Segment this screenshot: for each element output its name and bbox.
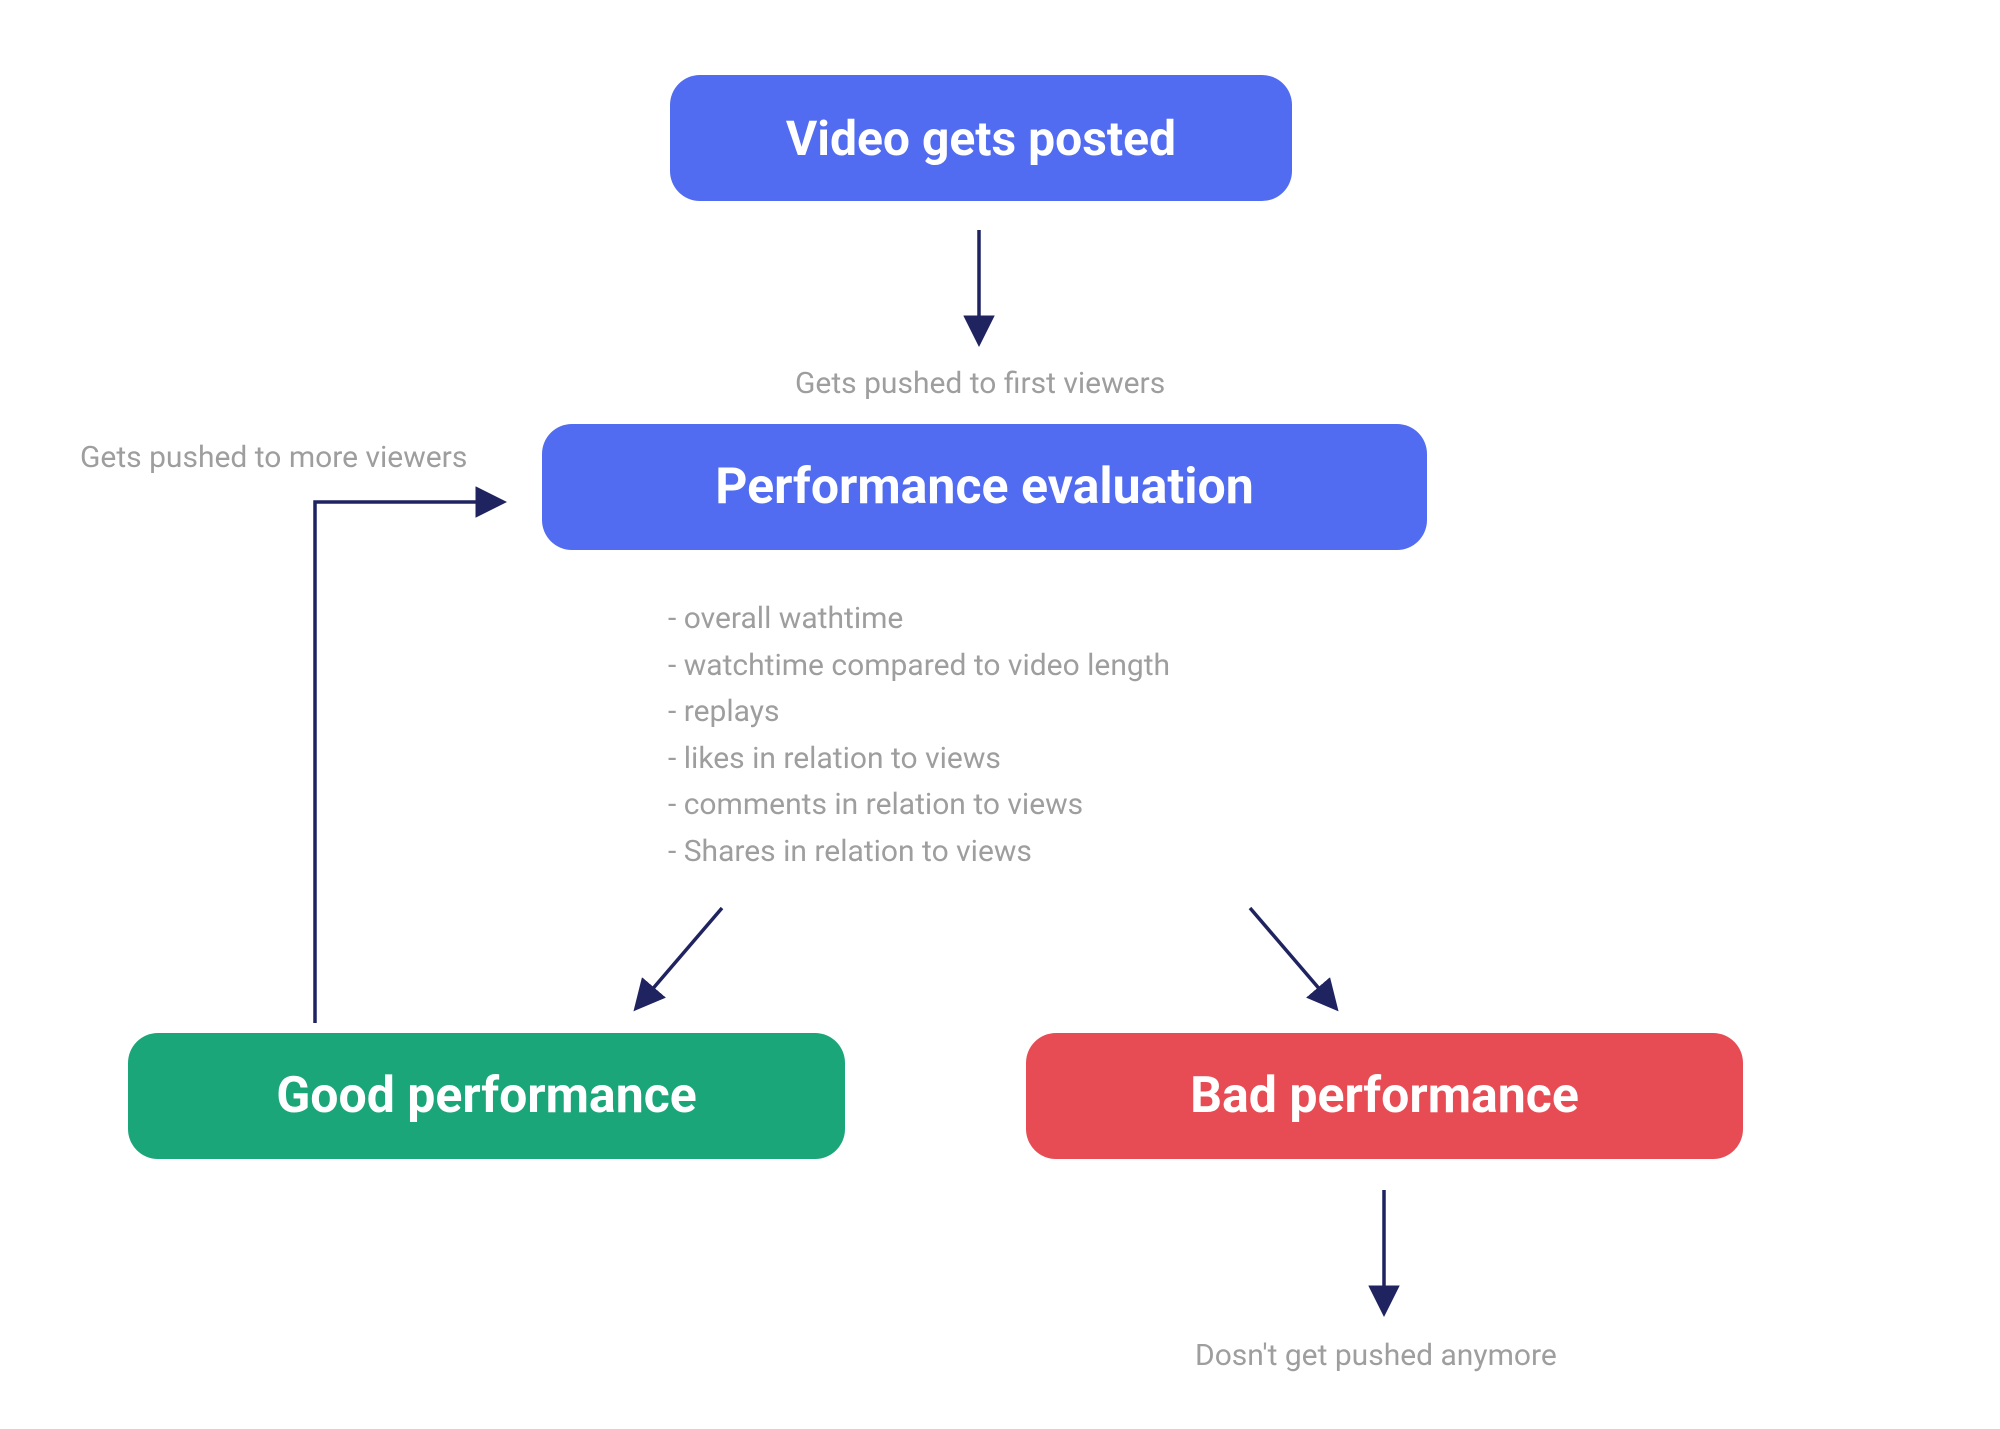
node-performance-evaluation-label: Performance evaluation [715, 458, 1253, 516]
criteria-item: - watchtime compared to video length [668, 643, 1170, 690]
criteria-item: - comments in relation to views [668, 782, 1170, 829]
arrow-eval-to-good [638, 908, 722, 1006]
label-not-pushed: Dosn't get pushed anymore [1195, 1338, 1557, 1373]
node-video-posted: Video gets posted [670, 75, 1292, 201]
criteria-item: - Shares in relation to views [668, 829, 1170, 876]
node-good-performance-label: Good performance [276, 1067, 697, 1125]
criteria-item: - replays [668, 689, 1170, 736]
label-first-viewers: Gets pushed to first viewers [795, 366, 1165, 401]
node-bad-performance: Bad performance [1026, 1033, 1743, 1159]
arrow-good-to-eval [315, 502, 500, 1023]
criteria-list: - overall wathtime - watchtime compared … [668, 596, 1170, 875]
node-bad-performance-label: Bad performance [1190, 1067, 1579, 1125]
node-performance-evaluation: Performance evaluation [542, 424, 1427, 550]
node-good-performance: Good performance [128, 1033, 845, 1159]
arrow-eval-to-bad [1250, 908, 1334, 1006]
label-more-viewers: Gets pushed to more viewers [80, 440, 467, 475]
node-video-posted-label: Video gets posted [786, 110, 1176, 167]
criteria-item: - likes in relation to views [668, 736, 1170, 783]
criteria-item: - overall wathtime [668, 596, 1170, 643]
